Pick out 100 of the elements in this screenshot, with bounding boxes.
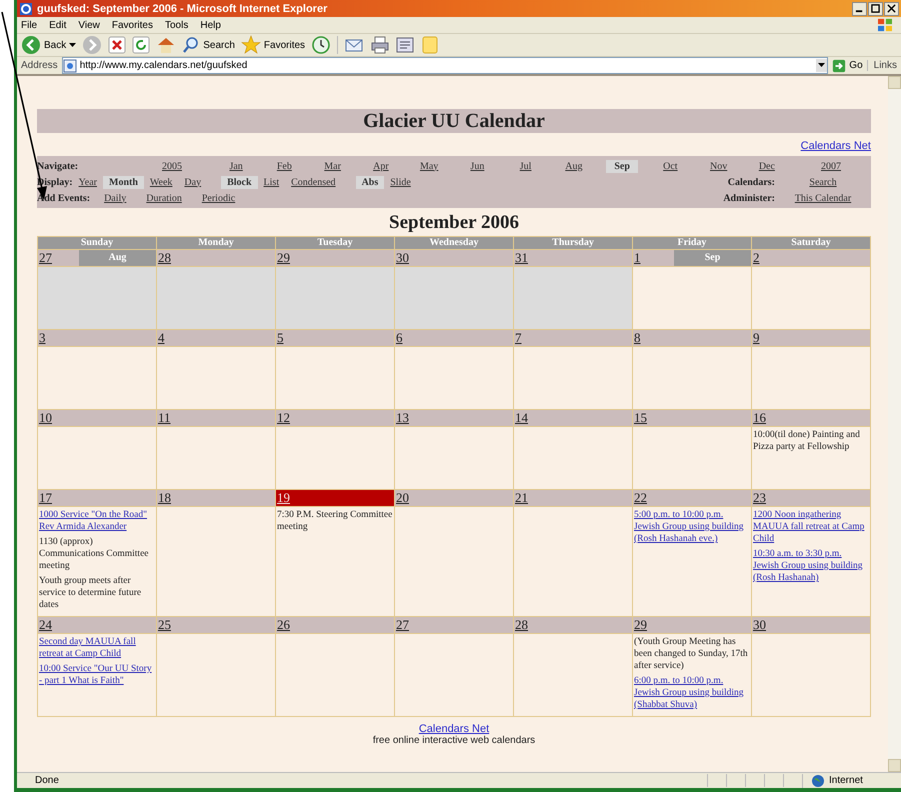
date-link[interactable]: 16 xyxy=(752,410,793,426)
date-link[interactable]: 17 xyxy=(38,490,79,506)
menu-item[interactable]: File xyxy=(21,20,38,30)
date-link[interactable]: 9 xyxy=(752,330,793,346)
date-link[interactable]: 24 xyxy=(38,617,79,633)
date-link[interactable]: 31 xyxy=(514,250,555,266)
home-button[interactable] xyxy=(156,35,176,55)
date-link[interactable]: 12 xyxy=(276,410,317,426)
globe-icon xyxy=(811,774,825,788)
date-link[interactable]: 28 xyxy=(157,250,198,266)
minimize-button[interactable] xyxy=(852,2,867,16)
date-link[interactable]: 29 xyxy=(276,250,317,266)
display-option[interactable]: Month xyxy=(103,176,144,188)
month-link[interactable]: Feb xyxy=(260,160,308,172)
close-icon xyxy=(887,4,896,13)
close-button[interactable] xyxy=(884,2,899,16)
month-link[interactable]: Apr xyxy=(356,160,405,172)
display-option[interactable]: Slide xyxy=(384,176,417,188)
calendars-net-link[interactable]: Calendars Net xyxy=(800,140,871,152)
calendars-net-link[interactable]: Calendars Net xyxy=(418,723,490,735)
edit-button[interactable] xyxy=(396,36,414,54)
month-link[interactable]: Jan xyxy=(212,160,260,172)
date-link[interactable]: 14 xyxy=(514,410,555,426)
date-link[interactable]: 30 xyxy=(752,617,793,633)
month-link[interactable]: Jul xyxy=(502,160,550,172)
date-link[interactable]: 22 xyxy=(633,490,674,506)
month-link[interactable]: Sep xyxy=(606,160,638,172)
maximize-button[interactable] xyxy=(868,2,883,16)
display-option[interactable]: Block xyxy=(221,176,258,188)
date-link[interactable]: 3 xyxy=(38,330,79,346)
month-link[interactable]: 2005 xyxy=(132,160,212,172)
menu-item[interactable]: Help xyxy=(200,20,221,30)
this-calendar-link[interactable]: This Calendar xyxy=(775,192,871,204)
calendar-title: Glacier UU Calendar xyxy=(37,109,871,133)
date-link[interactable]: 15 xyxy=(633,410,674,426)
month-link[interactable]: Oct xyxy=(646,160,694,172)
date-link[interactable]: 13 xyxy=(395,410,436,426)
go-button[interactable]: Go xyxy=(832,58,863,72)
date-link[interactable]: 30 xyxy=(395,250,436,266)
date-link[interactable]: 21 xyxy=(514,490,555,506)
display-option[interactable]: Year xyxy=(72,176,103,188)
event-link[interactable]: 5:00 p.m. to 10:00 p.m. Jewish Group using building (Rosh Hashanah eve.) xyxy=(634,509,750,545)
history-button[interactable] xyxy=(311,35,332,55)
date-link[interactable]: 27 xyxy=(395,617,436,633)
month-link[interactable]: Aug xyxy=(550,160,598,172)
add-event-link[interactable]: Daily xyxy=(98,192,132,204)
month-link[interactable]: 2007 xyxy=(791,160,871,172)
date-link[interactable]: 26 xyxy=(276,617,317,633)
date-link[interactable]: 20 xyxy=(395,490,436,506)
event-link[interactable]: Second day MAUUA fall retreat at Camp Child xyxy=(39,636,155,660)
print-button[interactable] xyxy=(370,35,390,55)
date-link[interactable]: 28 xyxy=(514,617,555,633)
date-link[interactable]: 11 xyxy=(157,410,198,426)
stop-button[interactable] xyxy=(108,36,126,54)
date-link[interactable]: 19 xyxy=(276,490,317,506)
refresh-button[interactable] xyxy=(132,36,150,54)
menu-item[interactable]: Tools xyxy=(164,20,188,30)
month-title: September 2006 xyxy=(388,212,520,234)
date-link[interactable]: 4 xyxy=(157,330,198,346)
date-link[interactable]: 18 xyxy=(157,490,198,506)
display-option[interactable]: Week xyxy=(144,176,178,188)
date-link[interactable]: 10 xyxy=(38,410,79,426)
event-link[interactable]: 1000 Service "On the Road" Rev Armida Alexander xyxy=(39,509,155,533)
month-link[interactable]: Nov xyxy=(694,160,743,172)
month-link[interactable]: Dec xyxy=(742,160,791,172)
display-option[interactable]: List xyxy=(258,176,286,188)
display-option[interactable]: Condensed xyxy=(285,176,342,188)
date-link[interactable]: 1 xyxy=(633,250,674,266)
date-link[interactable]: 23 xyxy=(752,490,793,506)
add-event-link[interactable]: Duration xyxy=(140,192,188,204)
tagline: free online interactive web calendars xyxy=(372,735,536,746)
add-event-link[interactable]: Periodic xyxy=(196,192,242,204)
event-link[interactable]: 6:00 p.m. to 10:00 p.m. Jewish Group using building (Shabbat Shuva) xyxy=(634,675,750,711)
links-button[interactable]: Links xyxy=(866,60,897,71)
month-link[interactable]: Mar xyxy=(308,160,357,172)
month-link[interactable]: Jun xyxy=(453,160,502,172)
month-link[interactable]: May xyxy=(405,160,454,172)
search-link[interactable]: Search xyxy=(775,176,871,188)
event-link[interactable]: 10:30 a.m. to 3:30 p.m. Jewish Group using building (Rosh Hashanah) xyxy=(753,548,869,584)
back-button[interactable]: Back xyxy=(21,35,76,55)
date-link[interactable]: 5 xyxy=(276,330,317,346)
address-field[interactable]: http://www.my.calendars.net/guufsked xyxy=(62,57,828,74)
event-link[interactable]: 10:00 Service "Our UU Story - part 1 What is Faith" xyxy=(39,663,155,687)
event-text: 10:00(til done) Painting and Pizza party at Fellowship xyxy=(753,429,861,453)
event-link[interactable]: 1200 Noon ingathering MAUUA fall retreat at Camp Child xyxy=(753,509,869,545)
display-option[interactable]: Day xyxy=(178,176,208,188)
search-button[interactable]: Search xyxy=(182,36,235,54)
menu-item[interactable]: Edit xyxy=(49,20,66,30)
date-link[interactable]: 27 xyxy=(38,250,79,266)
display-option[interactable]: Abs xyxy=(356,176,384,188)
menu-item[interactable]: Favorites xyxy=(112,20,153,30)
dropdown-button[interactable] xyxy=(816,59,828,72)
date-link[interactable]: 29 xyxy=(633,617,674,633)
menu-item[interactable]: View xyxy=(78,20,100,30)
date-link[interactable]: 25 xyxy=(157,617,198,633)
date-link[interactable]: 2 xyxy=(752,250,793,266)
date-link[interactable]: 7 xyxy=(514,330,555,346)
favorites-button[interactable]: Favorites xyxy=(240,35,306,55)
date-link[interactable]: 6 xyxy=(395,330,436,346)
date-link[interactable]: 8 xyxy=(633,330,674,346)
